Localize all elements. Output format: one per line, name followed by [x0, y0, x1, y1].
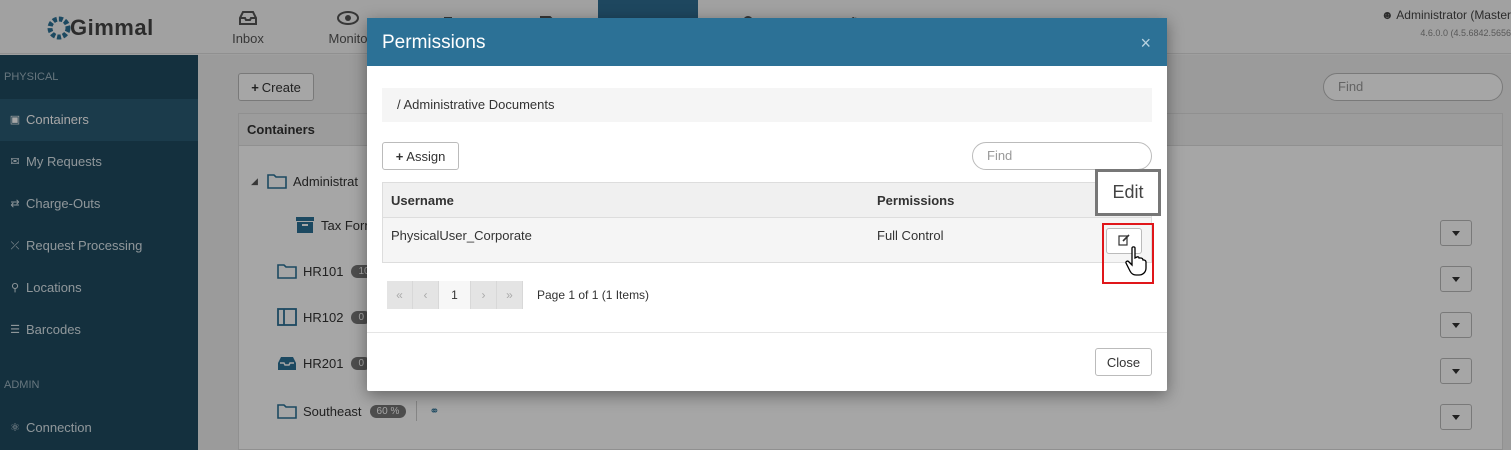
permissions-grid: Username Permissions PhysicalUser_Corpor…	[382, 182, 1152, 263]
pager-info: Page 1 of 1 (1 Items)	[537, 288, 650, 302]
edit-tooltip: Edit	[1095, 169, 1161, 216]
cell-username: PhysicalUser_Corporate	[391, 228, 532, 243]
next-page-button[interactable]: ›	[471, 281, 497, 309]
pager: « ‹ 1 › » Page 1 of 1 (1 Items)	[387, 281, 649, 309]
permissions-dialog: Permissions × / Administrative Documents…	[367, 18, 1167, 391]
dialog-header: Permissions ×	[367, 18, 1167, 66]
plus-icon: +	[395, 148, 404, 164]
first-page-button[interactable]: «	[387, 281, 413, 309]
dialog-title: Permissions	[382, 32, 486, 53]
close-button[interactable]: Close	[1095, 348, 1152, 376]
prev-page-button[interactable]: ‹	[413, 281, 439, 309]
close-icon[interactable]: ×	[1140, 18, 1151, 68]
cell-permissions: Full Control	[877, 228, 944, 243]
column-header-permissions[interactable]: Permissions	[877, 183, 954, 218]
permissions-search-input[interactable]: Find	[972, 142, 1152, 170]
column-header-username[interactable]: Username	[391, 183, 454, 218]
footer-divider	[367, 332, 1167, 333]
grid-header: Username Permissions	[383, 183, 1151, 218]
breadcrumb: / Administrative Documents	[382, 88, 1152, 122]
hand-cursor-icon	[1125, 246, 1149, 276]
page-number-button[interactable]: 1	[439, 281, 471, 309]
table-row[interactable]: PhysicalUser_Corporate Full Control	[383, 218, 1151, 262]
assign-label: Assign	[406, 148, 446, 164]
assign-button[interactable]: + Assign	[382, 142, 459, 170]
last-page-button[interactable]: »	[497, 281, 523, 309]
